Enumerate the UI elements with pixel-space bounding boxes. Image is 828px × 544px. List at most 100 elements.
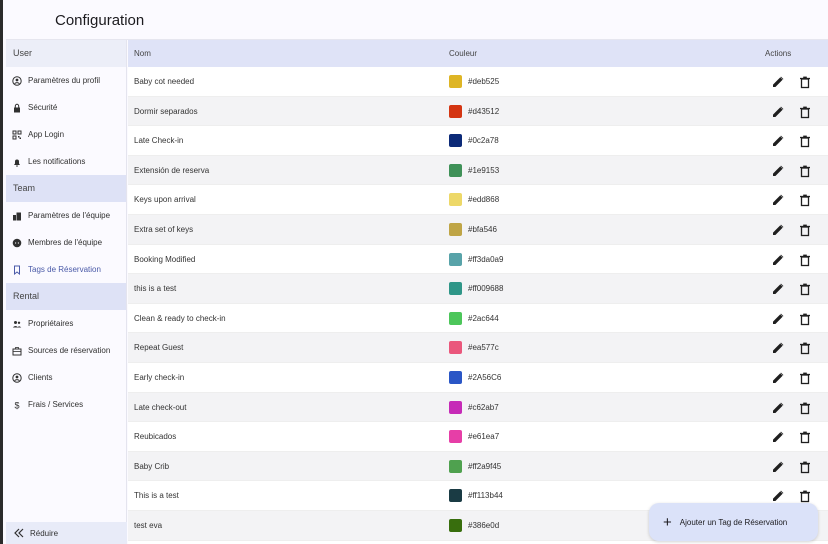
sidebar-item[interactable]: Tags de Réservation (6, 256, 126, 283)
delete-icon[interactable] (798, 371, 812, 385)
sidebar-item-label: Paramètres du profil (28, 76, 101, 85)
color-hex: #ff2a9f45 (468, 461, 502, 471)
sidebar-item[interactable]: Sécurité (6, 94, 126, 121)
edit-icon[interactable] (771, 401, 785, 415)
edit-icon[interactable] (771, 371, 785, 385)
edit-icon[interactable] (771, 193, 785, 207)
edit-icon[interactable] (771, 489, 785, 503)
color-swatch (449, 222, 462, 236)
table-row: Early check-in #2A56C6 (128, 363, 828, 393)
color-hex: #ea577c (468, 343, 499, 353)
table-row: Late check-out #c62ab7 (128, 392, 828, 423)
sidebar-item-label: Frais / Services (28, 400, 84, 409)
color-hex: #d43512 (468, 106, 500, 116)
delete-icon[interactable] (798, 489, 812, 503)
color-swatch (449, 341, 462, 355)
sidebar-item-label: Les notifications (28, 157, 86, 166)
color-swatch (449, 282, 462, 296)
tag-name: Extra set of keys (134, 224, 194, 234)
delete-icon[interactable] (798, 105, 812, 119)
delete-icon[interactable] (798, 312, 812, 326)
sidebar-item-label: Paramètres de l'équipe (28, 211, 111, 220)
edit-icon[interactable] (771, 223, 785, 237)
sidebar-item[interactable]: Membres de l'équipe (6, 229, 126, 256)
edit-icon[interactable] (771, 341, 785, 355)
table-row: Repeat Guest #ea577c (128, 333, 828, 363)
double-chevron-left-icon (14, 528, 24, 538)
sidebar-section-user: User (6, 40, 126, 67)
tag-name: Repeat Guest (134, 343, 184, 353)
edit-icon[interactable] (771, 105, 785, 119)
tag-name: Dormir separados (134, 106, 198, 116)
delete-icon[interactable] (798, 253, 812, 267)
delete-icon[interactable] (798, 223, 812, 237)
color-hex: #2ac644 (468, 313, 499, 323)
tag-name: test eva (134, 520, 163, 530)
delete-icon[interactable] (798, 164, 812, 178)
table-row: Extensión de reserva #1e9153 (128, 155, 828, 186)
sidebar-item-label: Sécurité (28, 103, 58, 112)
sidebar-item-label: Membres de l'équipe (28, 238, 103, 247)
sidebar-section-rental: Rental (6, 283, 126, 310)
edit-icon[interactable] (771, 253, 785, 267)
delete-icon[interactable] (798, 134, 812, 148)
color-swatch (449, 459, 462, 473)
table-row: Reubicados #e61ea7 (128, 422, 828, 452)
tag-name: This is a test (134, 491, 179, 501)
sidebar-item-label: App Login (28, 130, 65, 139)
lock-icon (12, 103, 22, 113)
table-row: Keys upon arrival #edd868 (128, 185, 828, 215)
edit-icon[interactable] (771, 75, 785, 89)
tag-name: Booking Modified (134, 254, 196, 264)
edit-icon[interactable] (771, 460, 785, 474)
sidebar-item[interactable]: Clients (6, 364, 126, 391)
tag-name: Baby Crib (134, 461, 170, 471)
sidebar-item[interactable]: Paramètres du profil (6, 67, 126, 94)
person-circle-icon (12, 372, 22, 383)
tag-name: Clean & ready to check-in (134, 313, 226, 323)
color-hex: #386e0d (468, 520, 500, 530)
delete-icon[interactable] (798, 341, 812, 355)
plus-icon: + (663, 513, 672, 531)
collapse-sidebar-button[interactable]: Réduire (6, 522, 127, 544)
qr-icon (12, 130, 22, 140)
sidebar-item-label: Sources de réservation (28, 346, 111, 355)
color-hex: #ff3da0a9 (468, 254, 504, 264)
app-window: Configuration User Paramètres du profil Sé… (0, 0, 828, 544)
collapse-label: Réduire (30, 528, 59, 538)
column-header-color: Couleur (449, 49, 478, 58)
people-icon (12, 319, 22, 329)
top-bar: Configuration (6, 0, 828, 40)
tag-name: Late check-out (134, 402, 187, 412)
edit-icon[interactable] (771, 134, 785, 148)
sidebar-item[interactable]: Paramètres de l'équipe (6, 202, 126, 229)
sidebar-item[interactable]: $ Frais / Services (6, 391, 126, 418)
delete-icon[interactable] (798, 401, 812, 415)
edit-icon[interactable] (771, 430, 785, 444)
delete-icon[interactable] (798, 193, 812, 207)
delete-icon[interactable] (798, 75, 812, 89)
color-hex: #1e9153 (468, 165, 500, 175)
delete-icon[interactable] (798, 460, 812, 474)
bookmark-icon (12, 265, 22, 275)
tag-name: Baby cot needed (134, 77, 195, 86)
delete-icon[interactable] (798, 282, 812, 296)
face-icon (12, 238, 22, 248)
delete-icon[interactable] (798, 430, 812, 444)
add-tag-button[interactable]: + Ajouter un Tag de Réservation (649, 503, 818, 541)
table-row: Baby cot needed #deb525 (128, 67, 828, 97)
color-swatch (449, 163, 462, 177)
sidebar-item[interactable]: Sources de réservation (6, 337, 126, 364)
sidebar: User Paramètres du profil Sécurité App Logi… (6, 40, 127, 544)
sidebar-item[interactable]: App Login (6, 121, 126, 148)
sidebar-item[interactable]: Propriétaires (6, 310, 126, 337)
color-hex: #e61ea7 (468, 432, 500, 442)
edit-icon[interactable] (771, 282, 785, 296)
tag-name: Reubicados (134, 432, 177, 442)
color-swatch (449, 311, 462, 325)
edit-icon[interactable] (771, 312, 785, 326)
sidebar-item[interactable]: Les notifications (6, 148, 126, 175)
table-row: Extra set of keys #bfa546 (128, 214, 828, 245)
table-body: Baby cot needed #deb525 Dormir separados #d… (128, 67, 828, 541)
edit-icon[interactable] (771, 164, 785, 178)
